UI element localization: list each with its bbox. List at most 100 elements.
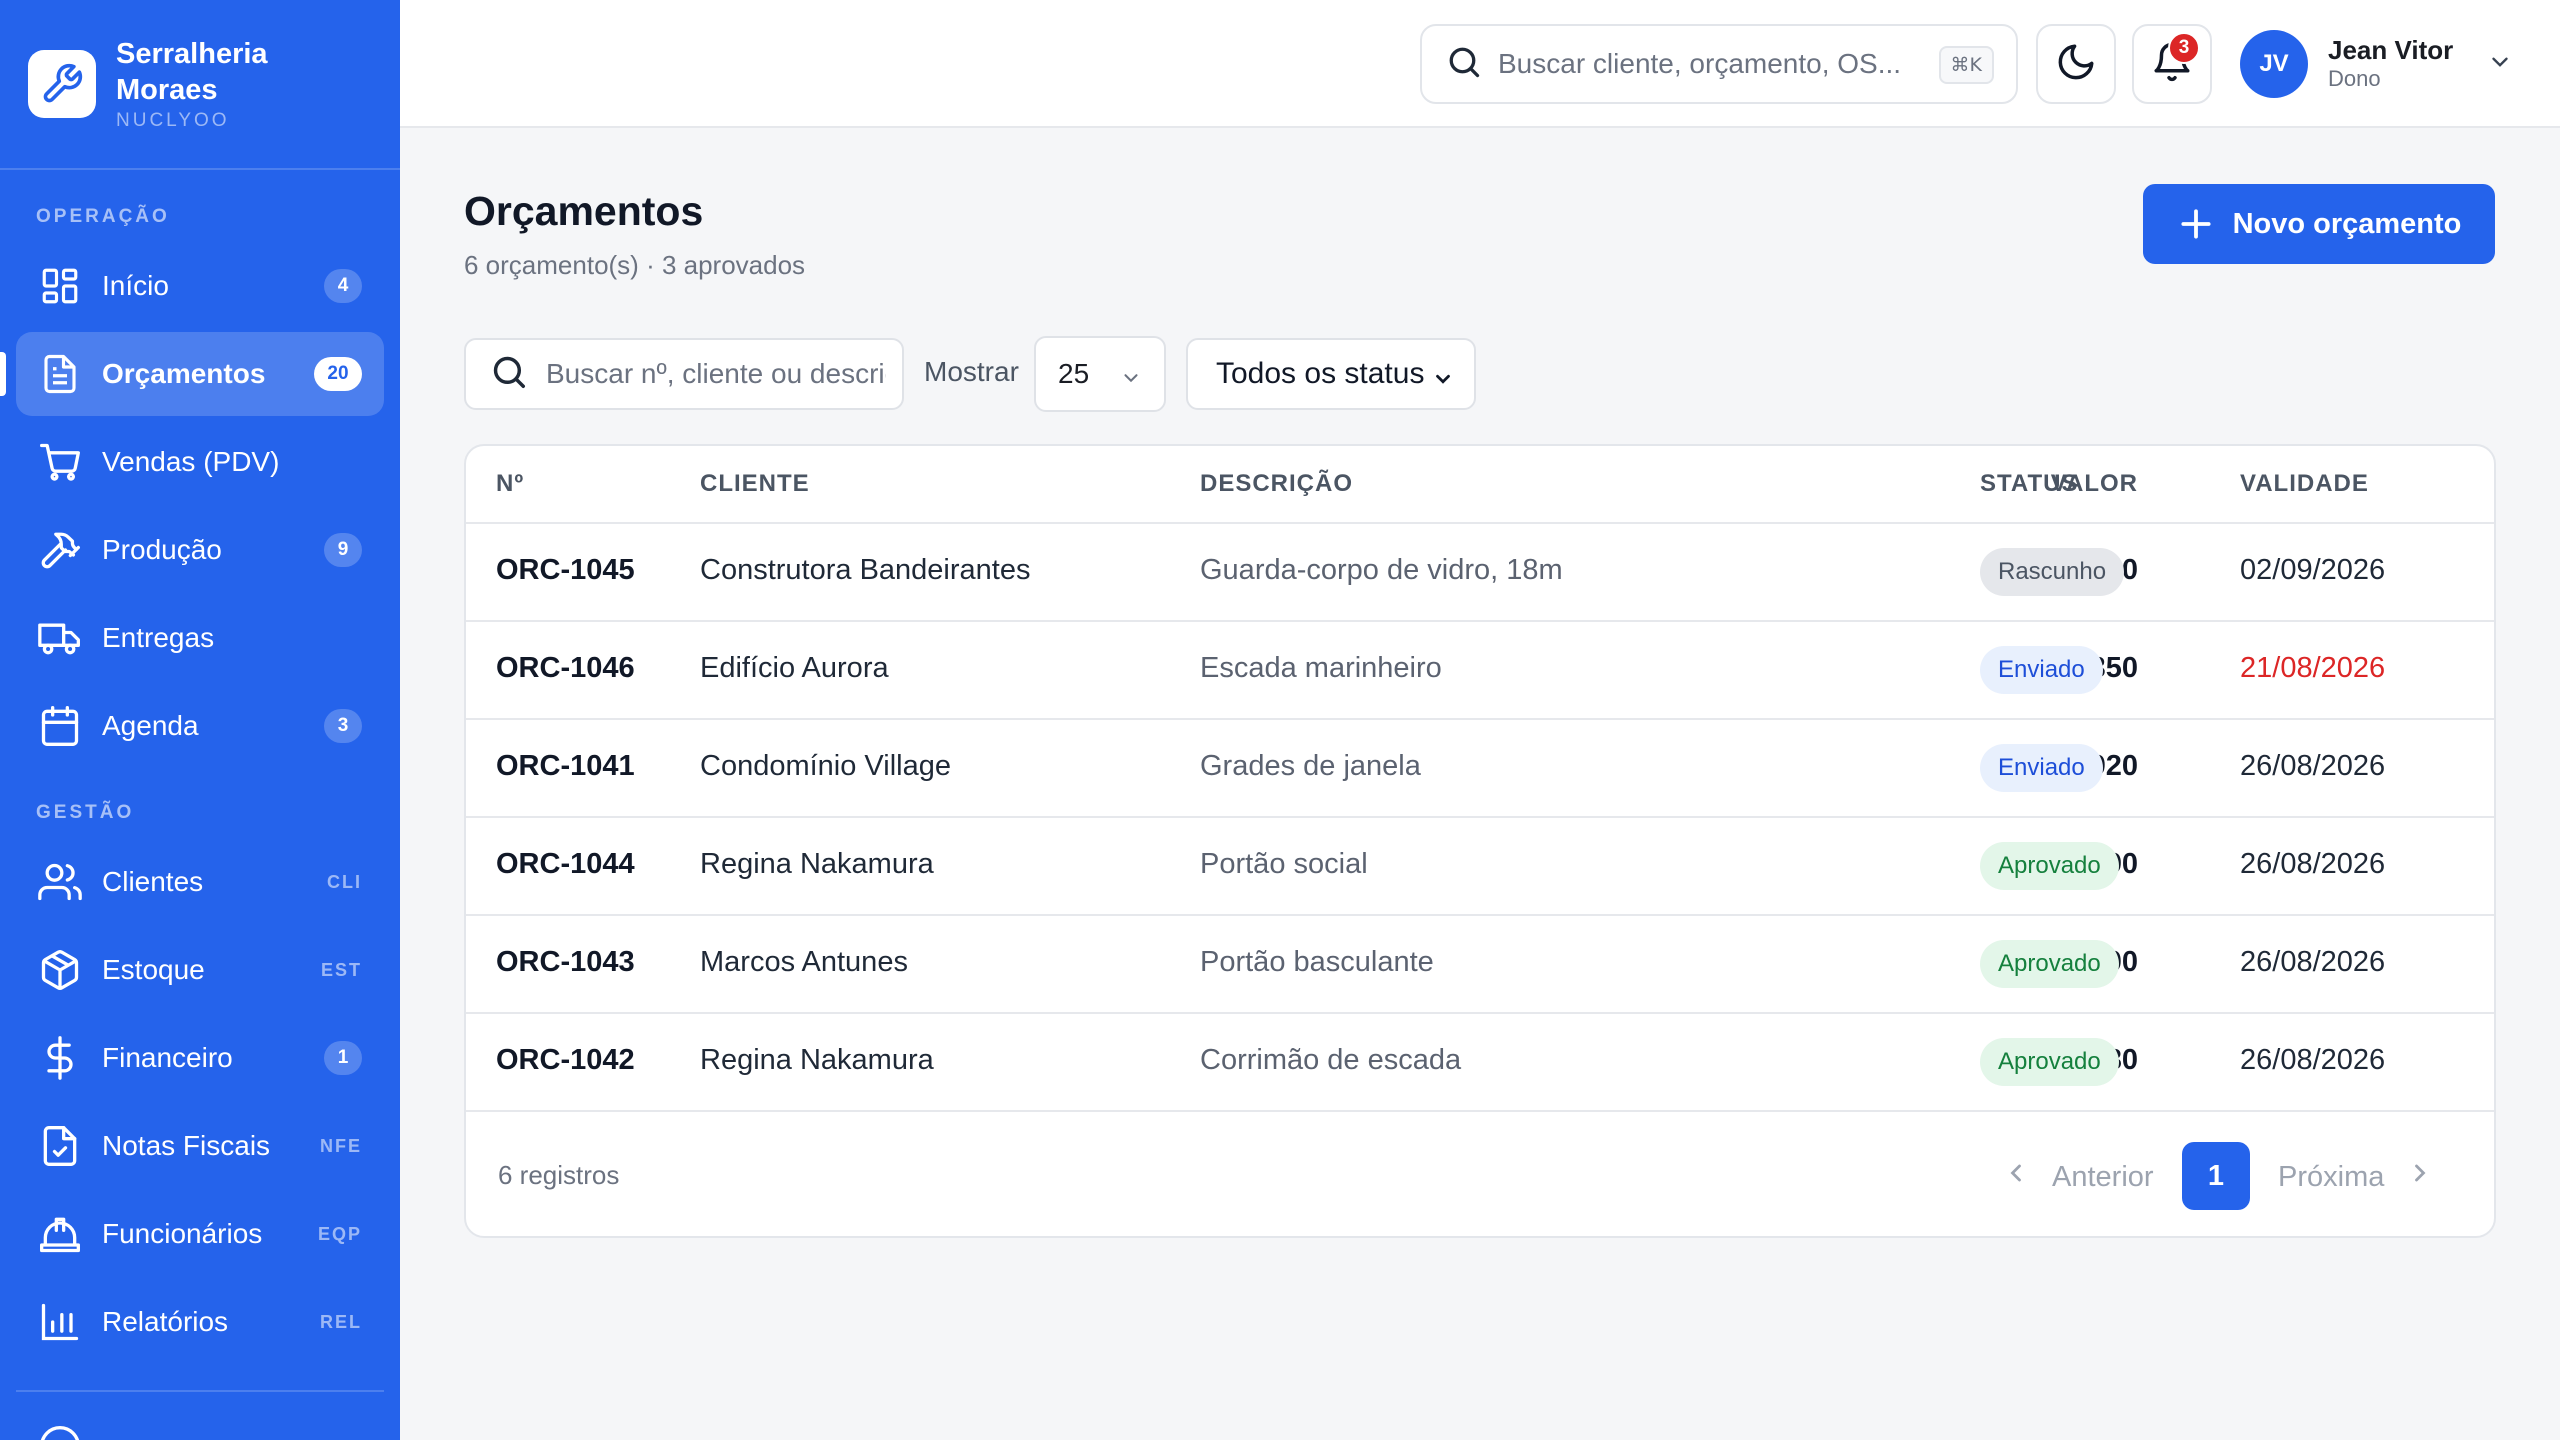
previous-label: Anterior — [2052, 1160, 2154, 1193]
page-size-select[interactable]: 25 — [1034, 336, 1166, 412]
sidebar-item-estoque[interactable]: Estoque EST — [16, 928, 384, 1012]
hardhat-icon — [38, 1212, 82, 1256]
topbar: ⌘K 3 JV Jean Vitor Dono — [400, 0, 2560, 128]
quote-description: Escada marinheiro — [1200, 652, 1442, 684]
shortcut-code: EQP — [317, 1223, 362, 1244]
quote-number[interactable]: ORC-1042 — [496, 1044, 635, 1077]
status-badge: Aprovado — [1980, 940, 2119, 988]
page-number-button[interactable]: 1 — [2182, 1142, 2250, 1210]
quotes-table: Nº CLIENTE DESCRIÇÃO VALOR STATUS VALIDA… — [464, 444, 2496, 1238]
header-num[interactable]: Nº — [496, 470, 524, 498]
sidebar-item-agenda[interactable]: Agenda 3 — [16, 684, 384, 768]
sidebar-item-label: Entregas — [102, 622, 215, 653]
quote-number[interactable]: ORC-1044 — [496, 848, 635, 881]
status-badge: Aprovado — [1980, 842, 2119, 890]
sidebar-item-inicio[interactable]: Início 4 — [16, 244, 384, 328]
quote-client: Edifício Aurora — [700, 652, 889, 684]
quote-description: Guarda-corpo de vidro, 18m — [1200, 554, 1563, 586]
quote-validity: 26/08/2026 — [2240, 848, 2386, 880]
sidebar: Serralheria Moraes NUCLYOO OPERAÇÃO Iníc… — [0, 0, 400, 1440]
sidebar-item-producao[interactable]: Produção 9 — [16, 508, 384, 592]
sidebar-item-label: Notas Fiscais — [102, 1130, 271, 1161]
header-description[interactable]: DESCRIÇÃO — [1200, 470, 1353, 498]
shortcut-code: CLI — [327, 871, 362, 892]
status-filter-value: Todos os status — [1216, 357, 1425, 390]
quote-search-input[interactable] — [546, 358, 886, 390]
quote-client: Construtora Bandeirantes — [700, 554, 1031, 586]
shortcut-code: EST — [320, 959, 362, 980]
quote-number[interactable]: ORC-1043 — [496, 946, 635, 979]
status-filter-select[interactable]: Todos os status — [1186, 338, 1476, 410]
status-badge: Enviado — [1980, 744, 2103, 792]
sidebar-item-orcamentos[interactable]: Orçamentos 20 — [0, 332, 384, 416]
table-row[interactable]: ORC-1041 Condomínio Village Grades de jane… — [466, 720, 2494, 818]
page-title: Orçamentos — [464, 188, 704, 234]
table-row[interactable]: ORC-1042 Regina Nakamura Corrimão de escad… — [466, 1014, 2494, 1112]
page-size-value: 25 — [1058, 358, 1090, 389]
table-footer: 6 registros Anterior 1 Próxima — [466, 1112, 2494, 1236]
quote-client: Regina Nakamura — [700, 1044, 934, 1076]
brand-name-line2: Moraes — [116, 74, 218, 106]
table-row[interactable]: ORC-1045 Construtora Bandeirantes Guarda-c… — [466, 524, 2494, 622]
next-page-button[interactable]: Próxima — [2278, 1150, 2434, 1204]
table-header: Nº CLIENTE DESCRIÇÃO VALOR STATUS VALIDA… — [466, 446, 2494, 524]
quote-number[interactable]: ORC-1045 — [496, 554, 635, 587]
chevron-right-icon — [2406, 1159, 2434, 1195]
truck-icon — [38, 616, 82, 660]
quote-number[interactable]: ORC-1046 — [496, 652, 635, 685]
invoice-icon — [38, 1124, 82, 1168]
sidebar-item-label: Clientes — [102, 866, 204, 897]
quote-description: Portão basculante — [1200, 946, 1434, 978]
search-icon — [490, 353, 528, 396]
brand-name-line1: Serralheria — [116, 38, 268, 70]
table-row[interactable]: ORC-1044Regina NakamuraPortão socialR$ 1… — [466, 818, 2494, 916]
chevron-down-icon — [2487, 49, 2513, 80]
quote-client: Marcos Antunes — [700, 946, 908, 978]
sidebar-item-notas-fiscais[interactable]: Notas Fiscais NFE — [16, 1104, 384, 1188]
box-icon — [38, 948, 82, 992]
quote-client: Regina Nakamura — [700, 848, 934, 880]
count-badge: 4 — [324, 269, 362, 303]
count-badge: 9 — [324, 533, 362, 567]
sidebar-item-funcionarios[interactable]: Funcionários EQP — [16, 1192, 384, 1276]
sidebar-item-label: Financeiro — [102, 1042, 233, 1073]
quote-validity: 21/08/2026 — [2240, 652, 2386, 684]
quote-number[interactable]: ORC-1041 — [496, 750, 635, 783]
cart-icon — [38, 440, 82, 484]
new-quote-button[interactable]: Novo orçamento — [2143, 184, 2495, 264]
header-status[interactable]: STATUS — [1980, 470, 2078, 498]
document-icon — [38, 352, 82, 396]
quote-search[interactable] — [464, 338, 904, 410]
quote-description: Grades de janela — [1200, 750, 1421, 782]
user-role: Dono — [2328, 66, 2381, 91]
brand[interactable]: Serralheria Moraes NUCLYOO — [0, 0, 400, 170]
settings-icon[interactable] — [38, 1424, 82, 1440]
sidebar-item-entregas[interactable]: Entregas — [16, 596, 384, 680]
page-subtitle: 6 orçamento(s) · 3 aprovados — [464, 250, 806, 280]
section-label-gestao: GESTÃO — [36, 802, 135, 823]
sidebar-item-relatorios[interactable]: Relatórios REL — [16, 1280, 384, 1364]
status-badge: Aprovado — [1980, 1038, 2119, 1086]
header-validity[interactable]: VALIDADE — [2240, 470, 2369, 498]
status-badge: Enviado — [1980, 646, 2103, 694]
previous-page-button[interactable]: Anterior — [2002, 1150, 2154, 1204]
count-badge: 1 — [324, 1041, 362, 1075]
users-icon — [38, 860, 82, 904]
header-client[interactable]: CLIENTE — [700, 470, 810, 498]
user-menu[interactable]: JV Jean Vitor Dono — [2240, 30, 2513, 98]
shortcut-hint: ⌘K — [1938, 46, 1994, 84]
table-row[interactable]: ORC-1046 Edifício Aurora Escada marinheiro… — [466, 622, 2494, 720]
notifications-button[interactable]: 3 — [2132, 24, 2212, 104]
shortcut-code: NFE — [320, 1135, 362, 1156]
table-row[interactable]: ORC-1043Marcos AntunesPortão basculanteR… — [466, 916, 2494, 1014]
sidebar-item-clientes[interactable]: Clientes CLI — [16, 840, 384, 924]
sidebar-item-financeiro[interactable]: Financeiro 1 — [16, 1016, 384, 1100]
global-search-input[interactable] — [1498, 48, 1918, 80]
sidebar-item-label: Início — [102, 270, 169, 301]
theme-toggle-button[interactable] — [2036, 24, 2116, 104]
user-name: Jean Vitor — [2328, 35, 2454, 65]
global-search[interactable]: ⌘K — [1420, 24, 2018, 104]
sidebar-item-vendas[interactable]: Vendas (PDV) — [16, 420, 384, 504]
calendar-icon — [38, 704, 82, 748]
quote-validity: 26/08/2026 — [2240, 1044, 2386, 1076]
